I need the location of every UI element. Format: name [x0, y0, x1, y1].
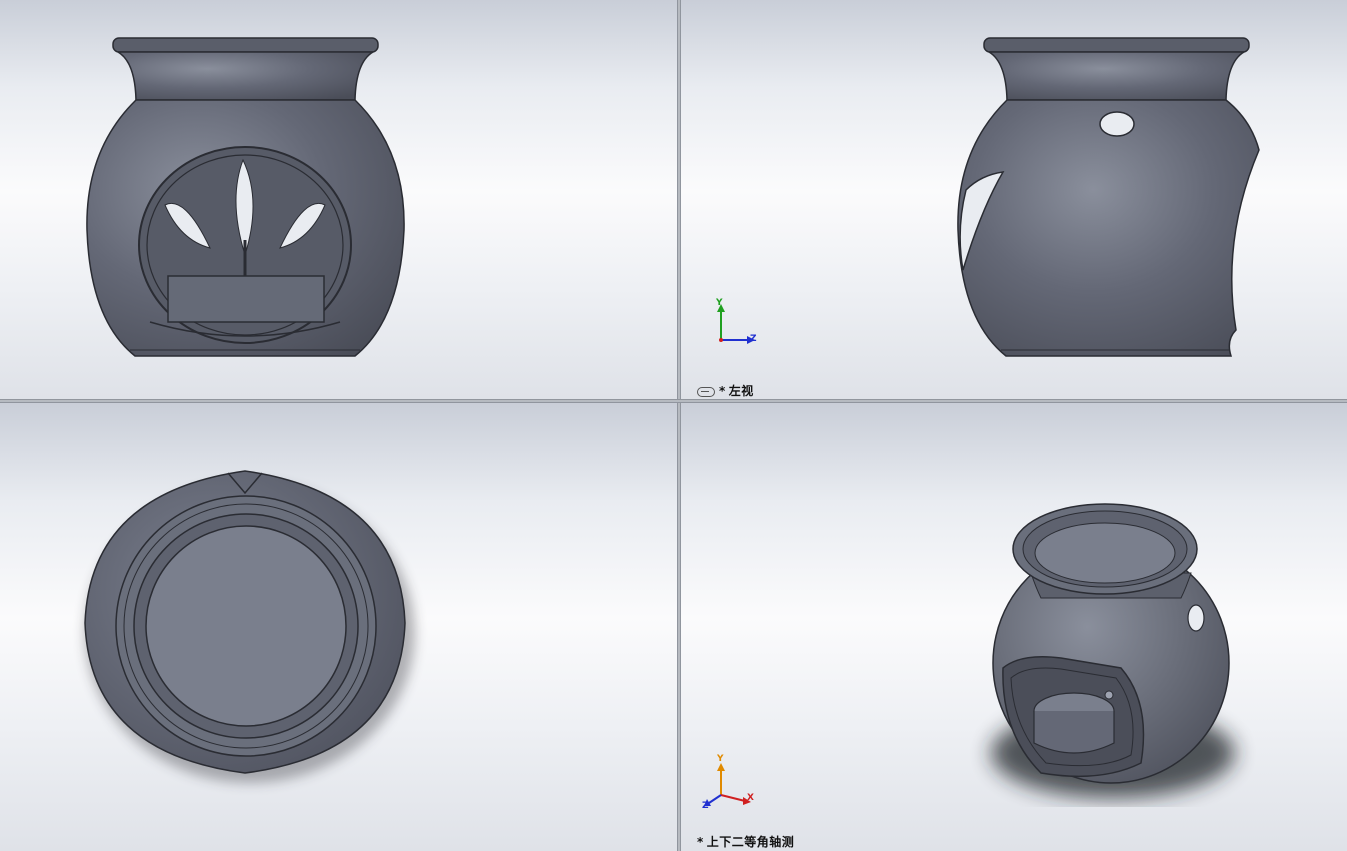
triad-iso-x-label: X: [747, 793, 755, 803]
model-top-view: [84, 470, 415, 783]
viewport-isometric[interactable]: Y X Z * 上下二等角轴测: [681, 403, 1347, 851]
triad-iso-z-label: Z: [702, 801, 710, 811]
model-left-view: [957, 37, 1260, 357]
viewport-top[interactable]: [0, 403, 677, 851]
view-label-iso: * 上下二等角轴测: [697, 835, 795, 849]
view-label-iso-text: 上下二等角轴测: [706, 835, 795, 849]
viewport-splitter-horizontal[interactable]: [0, 399, 1347, 403]
link-views-icon[interactable]: [697, 386, 715, 397]
view-label-left-text: 左视: [728, 384, 754, 398]
triad-left-z-label: Z: [750, 334, 758, 344]
view-label-left: * 左视: [697, 382, 754, 399]
viewport-left[interactable]: Y Z * 左视: [681, 0, 1347, 399]
triad-left-y-label: Y: [716, 298, 724, 308]
viewport-front[interactable]: [0, 0, 677, 399]
triad-iso-y-label: Y: [717, 754, 725, 764]
coordinate-triad-iso: [704, 763, 751, 806]
model-isometric-view: [991, 503, 1235, 798]
viewport-splitter-vertical[interactable]: [677, 0, 681, 851]
model-front-view: [86, 37, 405, 357]
